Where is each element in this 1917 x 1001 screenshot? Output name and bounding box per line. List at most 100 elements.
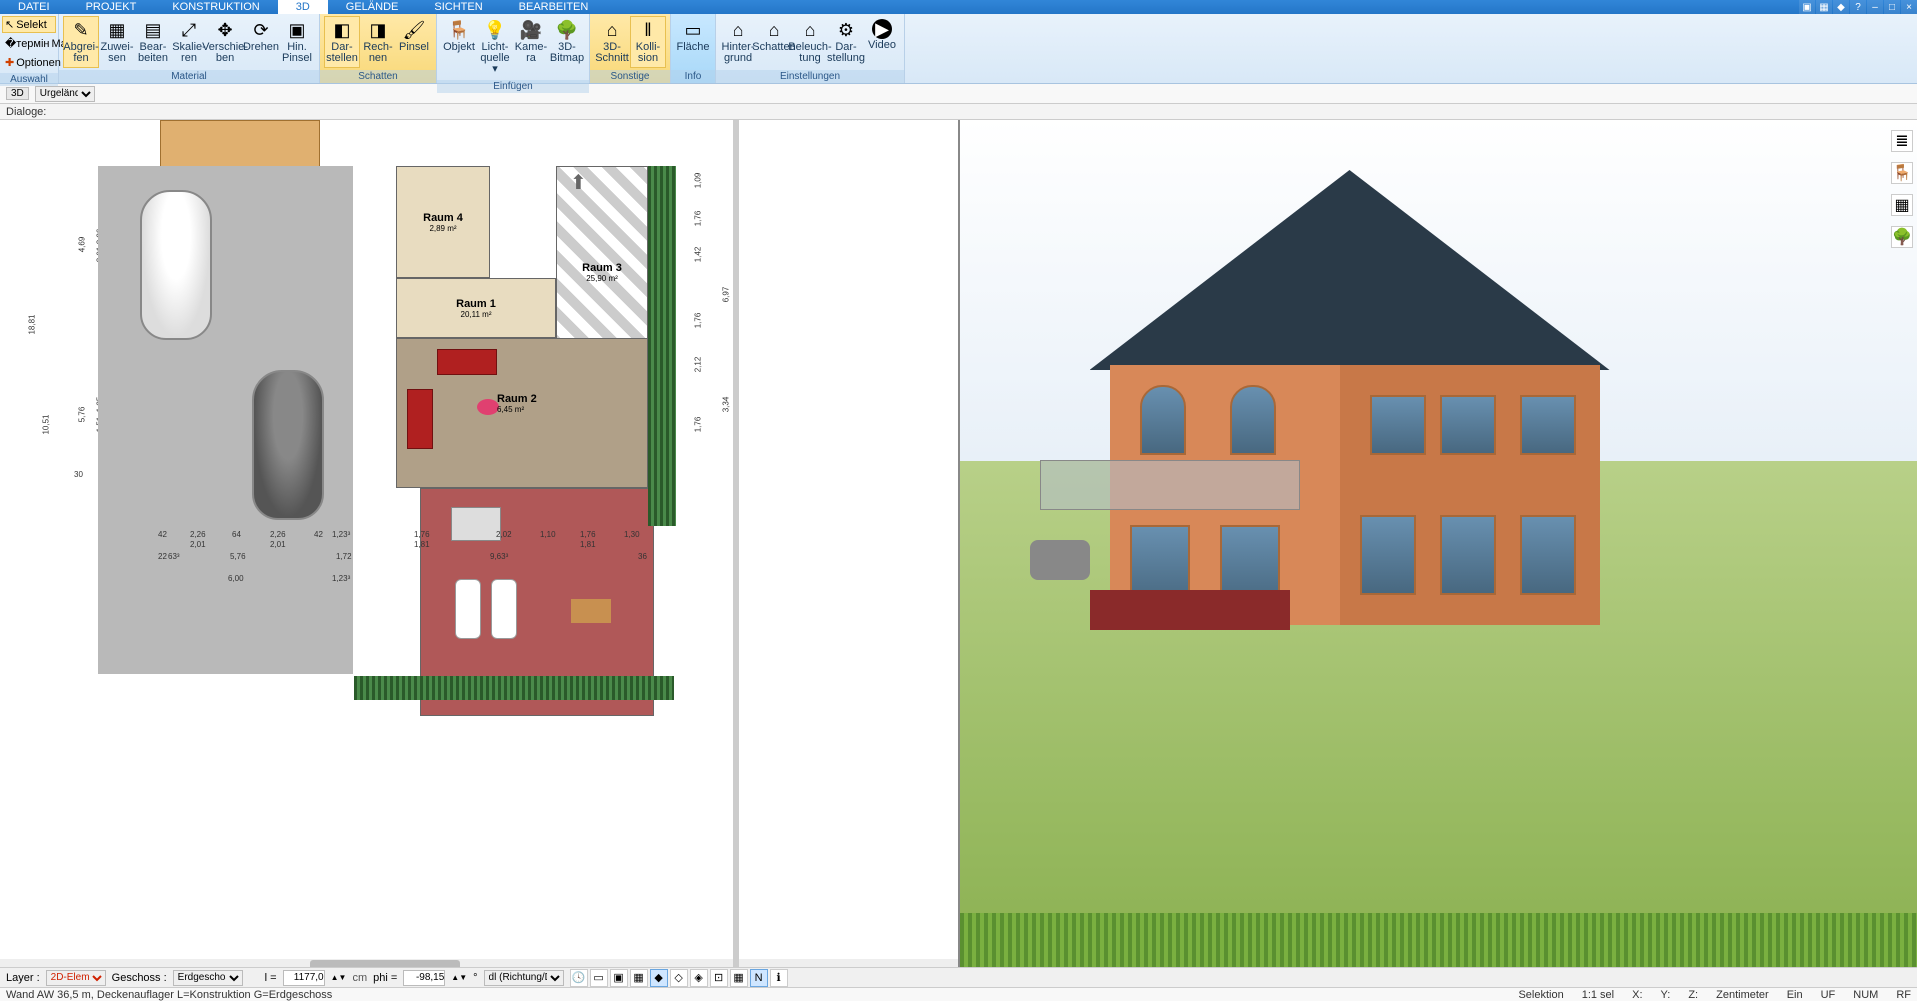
dim-b-20: 1,81 — [580, 540, 596, 549]
cubes-icon[interactable]: ▦ — [630, 969, 648, 987]
app-icon-2[interactable]: ▦ — [1816, 0, 1832, 14]
darstellung-button[interactable]: ⚙Dar-stellung — [828, 16, 864, 68]
bearbeiten-button[interactable]: ▤Bear-beiten — [135, 16, 171, 68]
mark-button[interactable]: �термінMark. ▾ — [2, 35, 56, 52]
phi-input[interactable] — [403, 970, 445, 986]
app-icon-3[interactable]: ◆ — [1833, 0, 1849, 14]
lichtquelle-button[interactable]: 💡Licht-quelle ▾ — [477, 16, 513, 78]
verschieben-button[interactable]: ✥Verschie-ben — [207, 16, 243, 68]
status-ein: Ein — [1787, 989, 1803, 1001]
dim-left-3: 5,76 — [77, 407, 86, 423]
move-icon: ✥ — [213, 19, 237, 41]
shadow-icon: ⌂ — [762, 19, 786, 41]
clock-icon[interactable]: 🕓 — [570, 969, 588, 987]
dim-b-17: 9,63³ — [490, 552, 508, 561]
help-icon[interactable]: ? — [1850, 0, 1866, 14]
window-controls: ▣ ▦ ◆ ? – □ × — [1798, 0, 1917, 14]
subbar: 3D Urgelände — [0, 84, 1917, 104]
minimize-icon[interactable]: – — [1867, 0, 1883, 14]
flaeche-button[interactable]: ▭Fläche — [675, 16, 711, 68]
group-label-info: Info — [671, 70, 715, 83]
beleuchtung-button[interactable]: ⌂Beleuch-tung — [792, 16, 828, 68]
coffee-table — [571, 599, 611, 623]
close-icon[interactable]: × — [1901, 0, 1917, 14]
dim-r-1: 1,76 — [693, 211, 702, 227]
dim-left-8: 30 — [74, 470, 83, 479]
dim-r-4: 1,76 — [693, 313, 702, 329]
length-input[interactable] — [283, 970, 325, 986]
video-button[interactable]: ▶Video — [864, 16, 900, 68]
kollision-button[interactable]: ‖Kolli-sion — [630, 16, 666, 68]
group-label-material: Material — [59, 70, 319, 83]
tree-tool-icon[interactable]: 🌳 — [1891, 226, 1913, 248]
dim-b-19: 1,76 — [580, 530, 596, 539]
window-s3 — [1520, 395, 1576, 455]
ribbon-group-auswahl: ↖Selekt �термінMark. ▾ ✚Optionen Auswahl — [0, 14, 59, 83]
geschoss-select[interactable]: Erdgeschos — [173, 970, 243, 986]
furniture-icon[interactable]: 🪑 — [1891, 162, 1913, 184]
app-icon-1[interactable]: ▣ — [1799, 0, 1815, 14]
menu-tab-3d[interactable]: 3D — [278, 0, 328, 14]
dim-r-3: 6,97 — [721, 287, 730, 303]
view-splitter[interactable] — [733, 120, 739, 973]
maximize-icon[interactable]: □ — [1884, 0, 1900, 14]
house-3d — [1020, 170, 1640, 670]
kamera-button[interactable]: 🎥Kame-ra — [513, 16, 549, 78]
group-label-auswahl: Auswahl — [0, 73, 58, 86]
assign-icon: ▦ — [105, 19, 129, 41]
dim-b-0: 42 — [158, 530, 167, 539]
dl-select[interactable]: dl (Richtung/Di — [484, 970, 564, 986]
house-outline: Raum 42,89 m² Raum 120,11 m² Raum 325,90… — [354, 166, 648, 578]
optionen-button[interactable]: ✚Optionen — [2, 54, 56, 71]
group-label-sonstige: Sonstige — [590, 70, 670, 83]
hintergrund-button[interactable]: ⌂Hinter-grund — [720, 16, 756, 68]
menu-tab-projekt[interactable]: PROJEKT — [68, 0, 155, 14]
ribbon-group-einstellungen: ⌂Hinter-grund ⌂Schatten ⌂Beleuch-tung ⚙D… — [716, 14, 905, 83]
pinsel-button[interactable]: 🖌Pinsel — [396, 16, 432, 68]
sofa-2 — [407, 389, 433, 449]
hedge-bottom — [354, 676, 674, 700]
layer-select[interactable]: 2D-Elemen — [46, 970, 106, 986]
darstellen-button[interactable]: ◧Dar-stellen — [324, 16, 360, 68]
view-3d[interactable]: ≣ 🪑 ▦ 🌳 — [958, 120, 1917, 973]
window-arch-2 — [1230, 385, 1276, 455]
objekt-button[interactable]: 🪑Objekt — [441, 16, 477, 78]
menu-tab-bearbeiten[interactable]: BEARBEITEN — [501, 0, 607, 14]
selekt-button[interactable]: ↖Selekt — [2, 16, 56, 33]
layers-icon[interactable]: ≣ — [1891, 130, 1913, 152]
snap3-icon[interactable]: ◈ — [690, 969, 708, 987]
palette-icon[interactable]: ▦ — [1891, 194, 1913, 216]
balcony-3d — [1040, 460, 1300, 510]
3dbitmap-button[interactable]: 🌳3D-Bitmap — [549, 16, 585, 78]
group-label-schatten: Schatten — [320, 70, 436, 83]
view-2d[interactable]: 18,81 10,51 4,69 5,76 2,01 2,26 1,35 1,5… — [0, 120, 958, 973]
rechnen-button[interactable]: ◨Rech-nen — [360, 16, 396, 68]
schatten-set-button[interactable]: ⌂Schatten — [756, 16, 792, 68]
menu-tab-datei[interactable]: DATEI — [0, 0, 68, 14]
dim-r-7: 1,76 — [693, 417, 702, 433]
dim-b-3: 64 — [232, 530, 241, 539]
eyedropper-icon: ✎ — [69, 19, 93, 41]
hin-pinsel-button[interactable]: ▣Hin.Pinsel — [279, 16, 315, 68]
abgreifen-button[interactable]: ✎Abgrei-fen — [63, 16, 99, 68]
terrain-select[interactable]: Urgelände — [35, 86, 95, 102]
snap4-icon[interactable]: ⊡ — [710, 969, 728, 987]
room-4: Raum 42,89 m² — [396, 166, 490, 278]
snap1-icon[interactable]: ◆ — [650, 969, 668, 987]
zuweisen-button[interactable]: ▦Zuwei-sen — [99, 16, 135, 68]
menu-tab-sichten[interactable]: SICHTEN — [416, 0, 500, 14]
north-icon[interactable]: N — [750, 969, 768, 987]
ribbon-group-material: ✎Abgrei-fen ▦Zuwei-sen ▤Bear-beiten ⤢Ska… — [59, 14, 320, 83]
info-icon[interactable]: ℹ — [770, 969, 788, 987]
grid-icon[interactable]: ▦ — [730, 969, 748, 987]
screen-icon[interactable]: ▭ — [590, 969, 608, 987]
3dschnitt-button[interactable]: ⌂3D-Schnitt — [594, 16, 630, 68]
menu-tab-konstruktion[interactable]: KONSTRUKTION — [154, 0, 277, 14]
mode-3d-tag[interactable]: 3D — [6, 87, 29, 100]
lounger-2 — [491, 579, 517, 639]
drehen-button[interactable]: ⟳Drehen — [243, 16, 279, 68]
box-icon[interactable]: ▣ — [610, 969, 628, 987]
menu-tab-gelaende[interactable]: GELÄNDE — [328, 0, 417, 14]
brush-icon: ▣ — [285, 19, 309, 41]
snap2-icon[interactable]: ◇ — [670, 969, 688, 987]
